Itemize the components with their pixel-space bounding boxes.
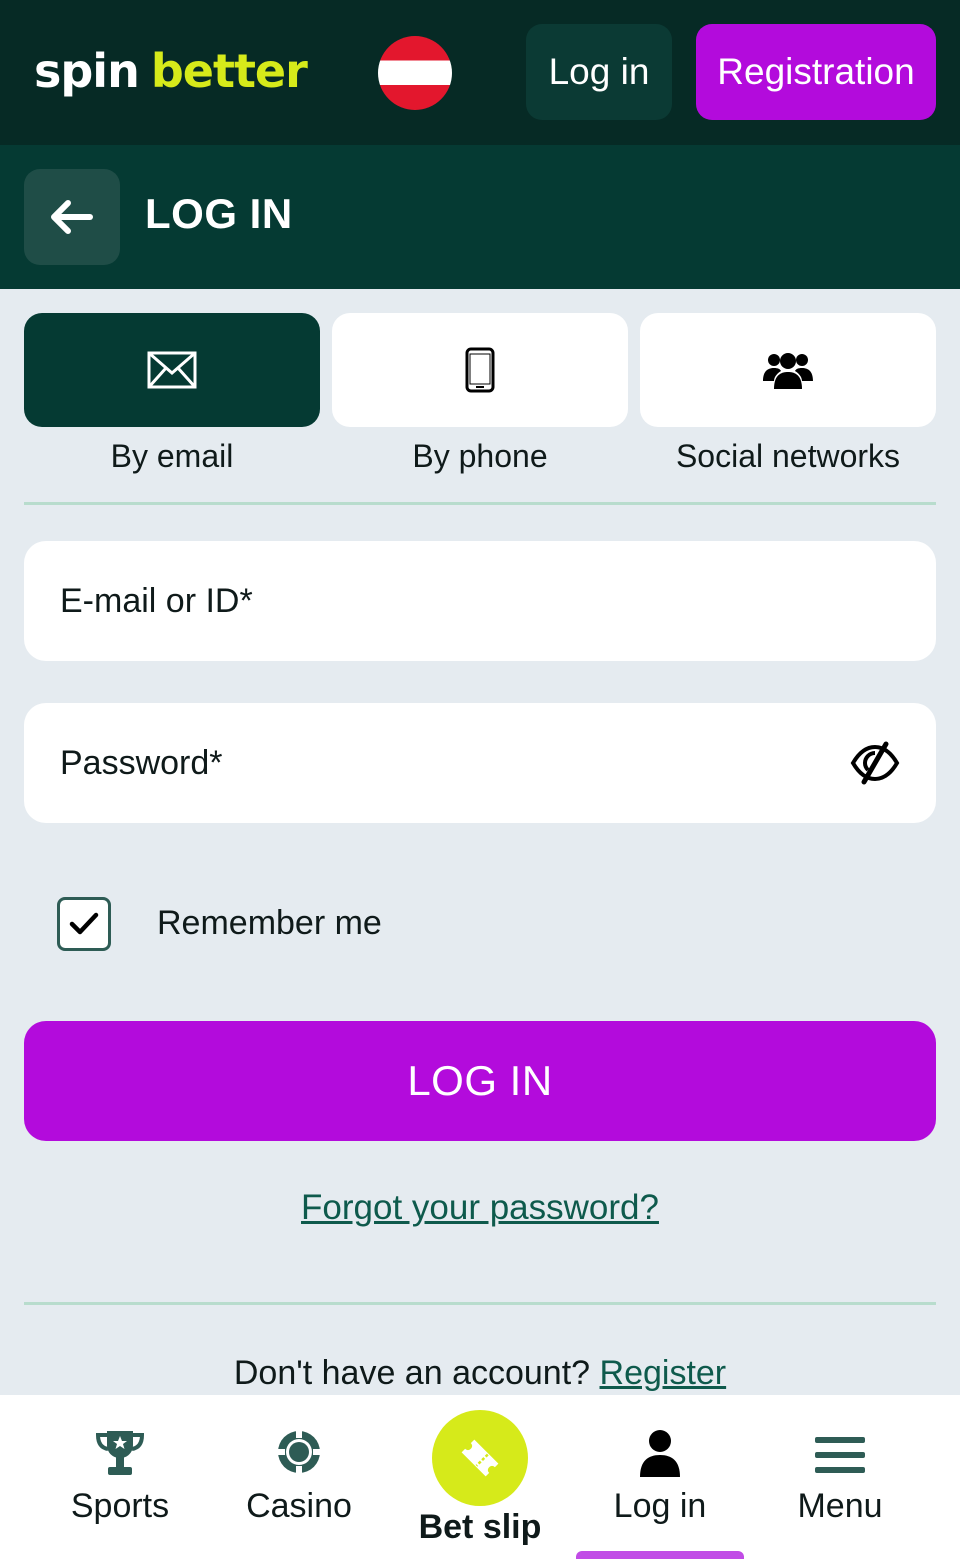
arrow-left-icon	[51, 200, 93, 234]
page-header: LOG IN	[0, 145, 960, 289]
forgot-password-link[interactable]: Forgot your password?	[301, 1188, 659, 1227]
top-header: spin better Log in Registration	[0, 0, 960, 145]
checkmark-icon	[69, 912, 99, 935]
nav-label-sports: Sports	[70, 1487, 170, 1525]
nav-label-login: Log in	[613, 1487, 707, 1525]
header-login-button[interactable]: Log in	[526, 24, 672, 120]
user-icon	[640, 1430, 680, 1477]
logo-text-better: better	[150, 44, 308, 98]
remember-me-checkbox[interactable]	[57, 897, 111, 951]
trophy-icon	[95, 1431, 145, 1475]
form-divider	[24, 1302, 936, 1305]
nav-item-casino[interactable]: Casino	[209, 1395, 389, 1559]
forgot-password-container: Forgot your password?	[0, 1188, 960, 1228]
register-link[interactable]: Register	[600, 1354, 727, 1392]
login-submit-button[interactable]: LOG IN	[24, 1021, 936, 1141]
nav-item-bet-slip[interactable]	[432, 1410, 528, 1506]
password-input[interactable]	[60, 703, 840, 823]
tab-by-email[interactable]	[24, 313, 320, 427]
envelope-icon	[147, 351, 197, 389]
email-or-id-input[interactable]	[60, 541, 840, 661]
tabs-divider	[24, 502, 936, 505]
password-field-container	[24, 703, 936, 823]
hamburger-icon	[815, 1437, 865, 1473]
email-field-container	[24, 541, 936, 661]
header-registration-button[interactable]: Registration	[696, 24, 936, 120]
tab-by-phone[interactable]	[332, 313, 628, 427]
logo-text-spin: spin	[34, 44, 140, 98]
back-button[interactable]	[24, 169, 120, 265]
ticket-icon	[461, 1439, 499, 1477]
page-title: LOG IN	[145, 190, 293, 237]
austria-flag-icon[interactable]	[378, 36, 452, 110]
no-account-row: Don't have an account? Register	[0, 1354, 960, 1393]
spinbetter-logo[interactable]: spin better	[34, 44, 308, 100]
remember-me-label[interactable]: Remember me	[157, 904, 382, 943]
tab-label-by-email[interactable]: By email	[24, 438, 320, 475]
tab-label-by-phone[interactable]: By phone	[332, 438, 628, 475]
tab-label-social-networks[interactable]: Social networks	[640, 438, 936, 475]
tab-social-networks[interactable]	[640, 313, 936, 427]
nav-item-sports[interactable]: Sports	[30, 1395, 210, 1559]
phone-icon	[465, 347, 495, 393]
nav-item-login[interactable]: Log in	[570, 1395, 750, 1559]
users-icon	[763, 353, 813, 389]
nav-label-casino: Casino	[246, 1487, 352, 1525]
casino-chip-icon	[278, 1431, 320, 1473]
bottom-navigation: Sports Casino Bet slip Log in Menu	[0, 1395, 960, 1559]
nav-item-menu[interactable]: Menu	[750, 1395, 930, 1559]
eye-slash-icon[interactable]	[850, 741, 900, 785]
active-tab-indicator	[576, 1551, 744, 1559]
nav-label-bet-slip[interactable]: Bet slip	[390, 1508, 570, 1547]
no-account-text: Don't have an account?	[233, 1354, 591, 1392]
nav-label-menu: Menu	[797, 1487, 883, 1525]
